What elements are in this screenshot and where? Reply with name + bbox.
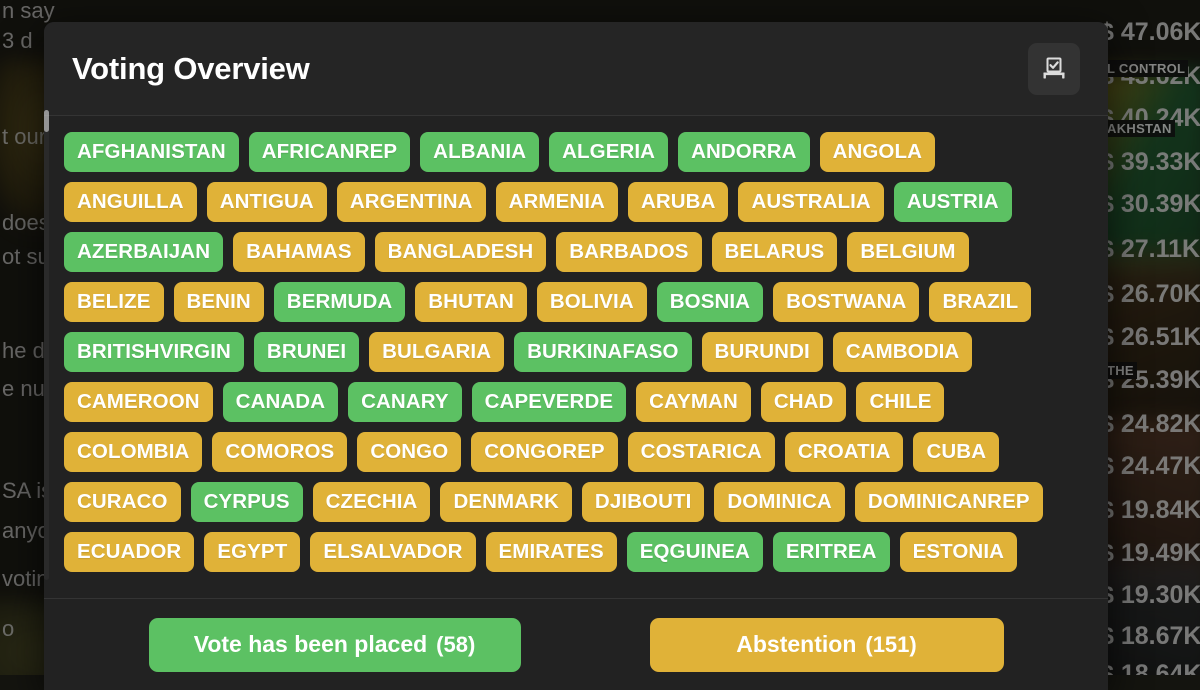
legend-abstention-button[interactable]: Abstention (151): [650, 618, 1004, 672]
country-badge-benin[interactable]: BENIN: [174, 282, 264, 322]
country-badge-azerbaijan[interactable]: AZERBAIJAN: [64, 232, 223, 272]
country-badge-bangladesh[interactable]: BANGLADESH: [375, 232, 547, 272]
legend-vote-placed-count: (58): [436, 632, 475, 658]
badge-row: BRITISHVIRGINBRUNEIBULGARIABURKINAFASO BU…: [64, 332, 1088, 372]
country-badge-armenia[interactable]: ARMENIA: [496, 182, 618, 222]
country-badge-eritrea[interactable]: ERITREA: [773, 532, 890, 572]
country-badge-dominica[interactable]: DOMINICA: [714, 482, 844, 522]
country-badge-bulgaria[interactable]: BULGARIA: [369, 332, 504, 372]
country-badge-eqguinea[interactable]: EQGUINEA: [627, 532, 763, 572]
country-badge-belize[interactable]: BELIZE: [64, 282, 164, 322]
country-badge-denmark[interactable]: DENMARK: [440, 482, 571, 522]
country-badge-dominicanrep[interactable]: DOMINICANREP: [855, 482, 1043, 522]
country-badge-afghanistan[interactable]: AFGHANISTAN: [64, 132, 239, 172]
country-badge-cuba[interactable]: CUBA: [913, 432, 999, 472]
country-badge-bolivia[interactable]: BOLIVIA: [537, 282, 647, 322]
country-badge-austria[interactable]: AUSTRIA: [894, 182, 1012, 222]
country-badge-canary[interactable]: CANARY: [348, 382, 462, 422]
country-badge-antigua[interactable]: ANTIGUA: [207, 182, 327, 222]
country-badge-estonia[interactable]: ESTONIA: [900, 532, 1017, 572]
country-badge-bosnia[interactable]: BOSNIA: [657, 282, 763, 322]
country-badge-anguilla[interactable]: ANGUILLA: [64, 182, 197, 222]
country-badge-aruba[interactable]: ARUBA: [628, 182, 729, 222]
modal-scrollbar-thumb[interactable]: [44, 110, 49, 132]
country-badge-algeria[interactable]: ALGERIA: [549, 132, 668, 172]
legend-vote-placed-button[interactable]: Vote has been placed (58): [149, 618, 521, 672]
country-badge-elsalvador[interactable]: ELSALVADOR: [310, 532, 475, 572]
country-badge-bhutan[interactable]: BHUTAN: [415, 282, 527, 322]
badge-row: ANGUILLAANTIGUAARGENTINAARMENIAARUBAAUST…: [64, 182, 1088, 222]
country-badge-congo[interactable]: CONGO: [357, 432, 461, 472]
legend-vote-placed-label: Vote has been placed: [194, 631, 427, 658]
country-badge-congorep[interactable]: CONGOREP: [471, 432, 617, 472]
country-badge-djibouti[interactable]: DJIBOUTI: [582, 482, 704, 522]
country-badge-barbados[interactable]: BARBADOS: [556, 232, 701, 272]
country-badge-emirates[interactable]: EMIRATES: [486, 532, 617, 572]
voting-overview-modal: Voting Overview AFGHANISTANAFRICANREPALB…: [44, 22, 1108, 690]
country-badge-cambodia[interactable]: CAMBODIA: [833, 332, 973, 372]
badge-row: ECUADOREGYPTELSALVADOR EMIRATESEQGUINEAER…: [64, 532, 1088, 572]
country-badge-belarus[interactable]: BELARUS: [712, 232, 838, 272]
country-badge-cameroon[interactable]: CAMEROON: [64, 382, 213, 422]
country-badge-chile[interactable]: CHILE: [856, 382, 944, 422]
country-badge-grid: AFGHANISTANAFRICANREPALBANIAALGERIAANDOR…: [44, 116, 1108, 598]
badge-row: AZERBAIJANBAHAMAS BANGLADESHBARBADOS BELAR…: [64, 232, 1088, 272]
country-badge-argentina[interactable]: ARGENTINA: [337, 182, 486, 222]
country-badge-burundi[interactable]: BURUNDI: [702, 332, 823, 372]
country-badge-britishvirgin[interactable]: BRITISHVIRGIN: [64, 332, 244, 372]
country-badge-bahamas[interactable]: BAHAMAS: [233, 232, 364, 272]
country-badge-brunei[interactable]: BRUNEI: [254, 332, 359, 372]
country-badge-bermuda[interactable]: BERMUDA: [274, 282, 405, 322]
country-badge-cayman[interactable]: CAYMAN: [636, 382, 751, 422]
country-badge-albania[interactable]: ALBANIA: [420, 132, 539, 172]
legend-footer: Vote has been placed (58) Abstention (15…: [44, 598, 1108, 690]
country-badge-costarica[interactable]: COSTARICA: [628, 432, 775, 472]
modal-scrollbar-track[interactable]: [44, 110, 49, 580]
country-badge-angola[interactable]: ANGOLA: [820, 132, 935, 172]
country-badge-comoros[interactable]: COMOROS: [212, 432, 347, 472]
country-badge-brazil[interactable]: BRAZIL: [929, 282, 1031, 322]
country-badge-bostwana[interactable]: BOSTWANA: [773, 282, 919, 322]
modal-header: Voting Overview: [44, 22, 1108, 116]
badge-row: CURACOCYRPUSCZECHIADENMARKDJIBOUTIDOMINI…: [64, 482, 1088, 522]
country-badge-chad[interactable]: CHAD: [761, 382, 847, 422]
country-badge-curaco[interactable]: CURACO: [64, 482, 181, 522]
country-badge-croatia[interactable]: CROATIA: [785, 432, 904, 472]
legend-abstention-label: Abstention: [736, 631, 856, 658]
ballot-box-check-icon: [1041, 56, 1067, 82]
country-badge-ecuador[interactable]: ECUADOR: [64, 532, 194, 572]
ballot-box-check-icon-button[interactable]: [1028, 43, 1080, 95]
badge-row: CAMEROONCANADACANARYCAPEVERDECAYMANCHADC…: [64, 382, 1088, 422]
page-title: Voting Overview: [72, 51, 310, 87]
country-badge-czechia[interactable]: CZECHIA: [313, 482, 431, 522]
country-badge-burkinafaso[interactable]: BURKINAFASO: [514, 332, 691, 372]
country-badge-capeverde[interactable]: CAPEVERDE: [472, 382, 627, 422]
legend-abstention-count: (151): [865, 632, 916, 658]
country-badge-colombia[interactable]: COLOMBIA: [64, 432, 202, 472]
country-badge-andorra[interactable]: ANDORRA: [678, 132, 809, 172]
country-badge-cyrpus[interactable]: CYRPUS: [191, 482, 303, 522]
badge-row: BELIZEBENINBERMUDABHUTANBOLIVIABOSNIABOS…: [64, 282, 1088, 322]
country-badge-belgium[interactable]: BELGIUM: [847, 232, 968, 272]
country-badge-africanrep[interactable]: AFRICANREP: [249, 132, 410, 172]
badge-row: COLOMBIACOMOROSCONGOCONGOREP COSTARICACRO…: [64, 432, 1088, 472]
country-badge-australia[interactable]: AUSTRALIA: [738, 182, 883, 222]
country-badge-egypt[interactable]: EGYPT: [204, 532, 300, 572]
country-badge-canada[interactable]: CANADA: [223, 382, 338, 422]
badge-row: AFGHANISTANAFRICANREPALBANIAALGERIAANDOR…: [64, 132, 1088, 172]
